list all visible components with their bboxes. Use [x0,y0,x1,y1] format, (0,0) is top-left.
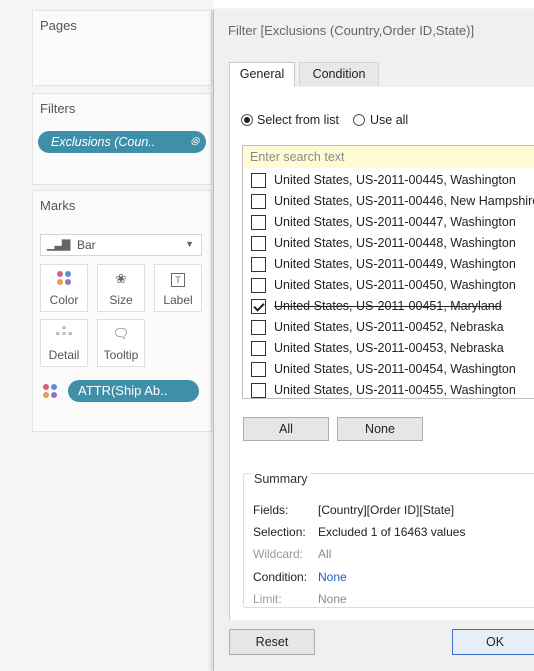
list-item[interactable]: United States, US-2011-00446, New Hampsh… [243,192,534,213]
item-label: United States, US-2011-00445, Washington [274,173,516,187]
size-button-label: Size [109,293,133,307]
label-button-label: Label [163,293,193,307]
color-dots-icon [43,384,57,398]
summary-group: Summary Fields: [Country][Order ID][Stat… [243,472,534,608]
size-icon: ❀ [115,271,127,286]
value-list-items: United States, US-2011-00445, Washington… [243,171,534,398]
item-checkbox[interactable] [251,341,266,356]
marks-card: Marks ▁▃▇ Bar ▼ Color ❀ Size T Label ∘ ∘∘… [32,190,212,432]
summary-selection-value: Excluded 1 of 16463 values [318,525,466,539]
tab-condition[interactable]: Condition [299,62,379,86]
item-label: United States, US-2011-00451, Maryland [274,299,502,313]
general-tab-panel: Select from list Use all United States, … [229,87,534,620]
summary-fields-label: Fields: [253,503,289,517]
color-field-row: ATTR(Ship Ab.. [40,380,210,402]
ok-button[interactable]: OK [452,629,534,655]
item-label: United States, US-2011-00454, Washington [274,362,516,376]
speech-bubble-icon: 🗨 [112,326,130,341]
list-item[interactable]: United States, US-2011-00448, Washington [243,234,534,255]
dialog-tabs: General Condition [229,62,534,88]
item-checkbox[interactable] [251,257,266,272]
filter-dialog: Filter [Exclusions (Country,Order ID,Sta… [213,10,534,671]
dialog-title: Filter [Exclusions (Country,Order ID,Sta… [228,23,475,38]
list-item[interactable]: United States, US-2011-00453, Nebraska [243,339,534,360]
search-input[interactable] [243,146,534,168]
value-list: United States, US-2011-00445, Washington… [242,145,534,399]
item-label: United States, US-2011-00455, Washington [274,383,516,397]
list-item[interactable]: United States, US-2011-00447, Washington [243,213,534,234]
list-item[interactable]: United States, US-2011-00450, Washington [243,276,534,297]
marks-card-title: Marks [40,198,76,213]
pages-shelf[interactable]: Pages [32,10,212,86]
color-button[interactable]: Color [40,264,88,312]
item-checkbox[interactable] [251,383,266,398]
detail-button[interactable]: ∘ ∘∘∘ Detail [40,319,88,367]
item-checkbox[interactable] [251,278,266,293]
summary-condition-label: Condition: [253,570,308,584]
item-label: United States, US-2011-00449, Washington [274,257,516,271]
mark-type-dropdown[interactable]: ▁▃▇ Bar ▼ [40,234,202,256]
item-label: United States, US-2011-00447, Washington [274,215,516,229]
list-item[interactable]: United States, US-2011-00449, Washington [243,255,534,276]
summary-wildcard-value: All [318,547,332,561]
chevron-down-icon: ▼ [185,239,194,249]
list-item[interactable]: United States, US-2011-00454, Washington [243,360,534,381]
color-button-label: Color [49,293,79,307]
color-field-pill[interactable]: ATTR(Ship Ab.. [68,380,199,402]
tooltip-button-label: Tooltip [103,348,139,362]
select-from-list-label[interactable]: Select from list [257,113,339,127]
use-all-label[interactable]: Use all [370,113,408,127]
shelves-panel: Pages Filters Exclusions (Coun.. ⦾ Marks… [0,0,213,671]
summary-condition-link[interactable]: None [318,570,347,584]
mark-type-label: Bar [77,238,96,252]
summary-fields-value: [Country][Order ID][State] [318,503,455,517]
summary-wildcard-label: Wildcard: [253,547,304,561]
item-label: United States, US-2011-00446, New Hampsh… [274,194,534,208]
item-checkbox[interactable] [251,236,266,251]
item-label: United States, US-2011-00450, Washington [274,278,516,292]
reset-button[interactable]: Reset [229,629,315,655]
bar-chart-icon: ▁▃▇ [47,239,70,251]
use-all-radio[interactable] [353,114,365,126]
list-item[interactable]: United States, US-2011-00451, Maryland [243,297,534,318]
item-checkbox[interactable] [251,299,266,314]
text-label-icon: T [155,271,201,287]
summary-limit-value: None [318,592,347,606]
summary-limit-label: Limit: [253,592,282,606]
summary-title: Summary [251,472,311,486]
link-icon: ⦾ [190,136,199,148]
item-checkbox[interactable] [251,173,266,188]
item-label: United States, US-2011-00453, Nebraska [274,341,504,355]
filter-pill-label: Exclusions (Coun.. [51,135,156,149]
filters-shelf[interactable]: Filters Exclusions (Coun.. ⦾ [32,93,212,185]
detail-button-label: Detail [48,348,80,362]
item-checkbox[interactable] [251,215,266,230]
item-checkbox[interactable] [251,194,266,209]
list-item[interactable]: United States, US-2011-00455, Washington [243,381,534,398]
list-item[interactable]: United States, US-2011-00445, Washington [243,171,534,192]
summary-selection-label: Selection: [253,525,306,539]
item-label: United States, US-2011-00448, Washington [274,236,516,250]
filters-shelf-title: Filters [40,101,76,116]
color-dots-icon [41,271,87,288]
select-all-button[interactable]: All [243,417,329,441]
select-from-list-radio[interactable] [241,114,253,126]
item-checkbox[interactable] [251,320,266,335]
item-label: United States, US-2011-00452, Nebraska [274,320,504,334]
filter-pill[interactable]: Exclusions (Coun.. ⦾ [38,131,206,153]
size-button[interactable]: ❀ Size [97,264,145,312]
list-item[interactable]: United States, US-2011-00452, Nebraska [243,318,534,339]
tooltip-button[interactable]: 🗨 Tooltip [97,319,145,367]
tab-general[interactable]: General [229,62,295,88]
item-checkbox[interactable] [251,362,266,377]
select-none-button[interactable]: None [337,417,423,441]
pages-shelf-title: Pages [40,18,77,33]
color-field-pill-label: ATTR(Ship Ab.. [78,383,168,398]
detail-dots-icon: ∘ ∘∘∘ [54,323,74,340]
label-button[interactable]: T Label [154,264,202,312]
